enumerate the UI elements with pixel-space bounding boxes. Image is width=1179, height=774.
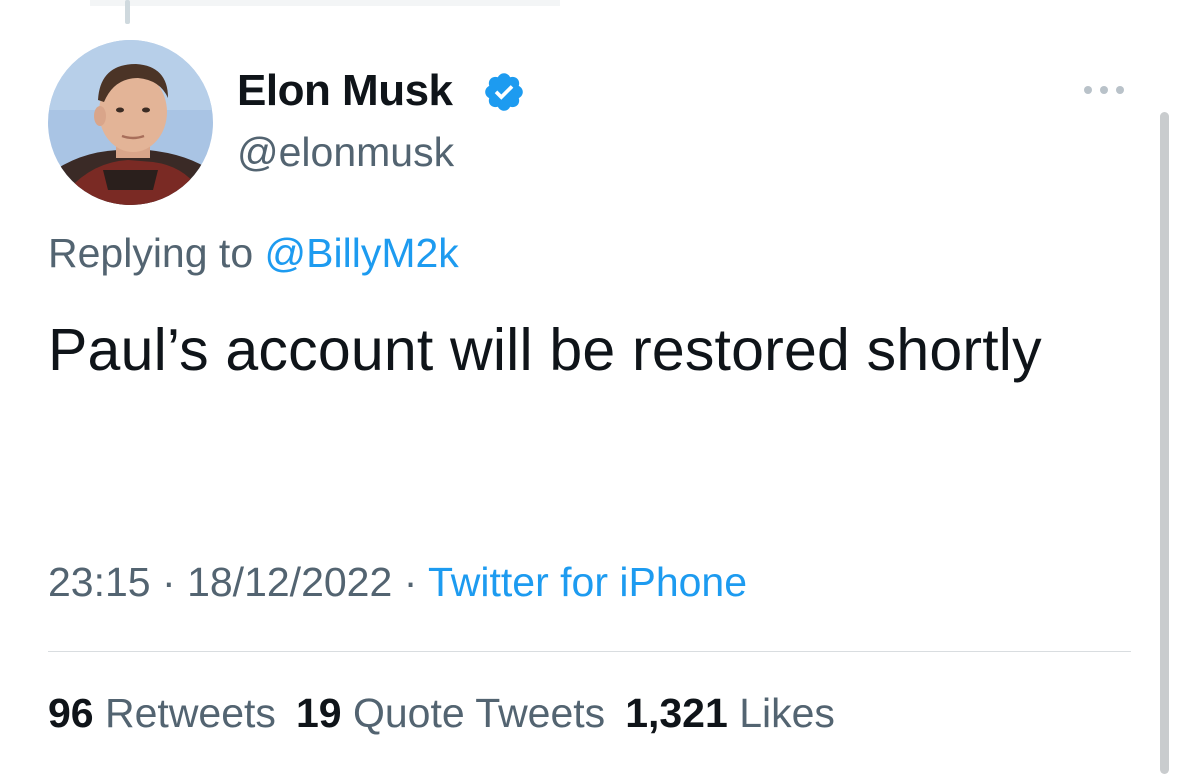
replying-to-line: Replying to @BillyM2k	[48, 230, 459, 277]
retweets-stat[interactable]: 96 Retweets	[48, 690, 276, 736]
tweet-text: Paul’s account will be restored shortly	[48, 317, 1042, 383]
previous-tweet-edge	[90, 0, 560, 6]
profile-photo-icon	[48, 40, 213, 205]
retweets-count: 96	[48, 690, 94, 736]
likes-count: 1,321	[625, 690, 728, 736]
avatar[interactable]	[48, 40, 213, 205]
verified-badge-icon	[485, 73, 523, 111]
quote-tweets-label: Quote Tweets	[352, 690, 606, 736]
scrollbar[interactable]	[1160, 112, 1169, 774]
thread-connector-line	[125, 0, 130, 24]
tweet-meta: 23:15 · 18/12/2022 · Twitter for iPhone	[48, 559, 747, 606]
display-name[interactable]: Elon Musk	[237, 66, 453, 116]
user-handle[interactable]: @elonmusk	[237, 129, 454, 176]
tweet-detail: Elon Musk @elonmusk Replying to @BillyM2…	[0, 0, 1179, 774]
reply-mention-link[interactable]: @BillyM2k	[265, 230, 459, 276]
likes-label: Likes	[739, 690, 835, 736]
quote-tweets-count: 19	[295, 690, 342, 736]
tweet-source-link[interactable]: Twitter for iPhone	[428, 559, 747, 605]
tweet-date[interactable]: 18/12/2022	[187, 559, 392, 605]
divider	[48, 651, 1131, 652]
more-options-icon[interactable]	[1080, 80, 1128, 100]
replying-to-label: Replying to	[48, 230, 254, 276]
tweet-time[interactable]: 23:15	[48, 559, 151, 605]
likes-stat[interactable]: 1,321 Likes	[625, 690, 835, 736]
retweets-label: Retweets	[105, 690, 276, 736]
meta-separator: ·	[403, 559, 418, 605]
tweet-stats: 96 Retweets 19 Quote Tweets 1,321 Likes	[48, 690, 835, 737]
quote-tweets-stat[interactable]: 19 Quote Tweets	[296, 690, 605, 736]
meta-separator: ·	[162, 559, 176, 605]
